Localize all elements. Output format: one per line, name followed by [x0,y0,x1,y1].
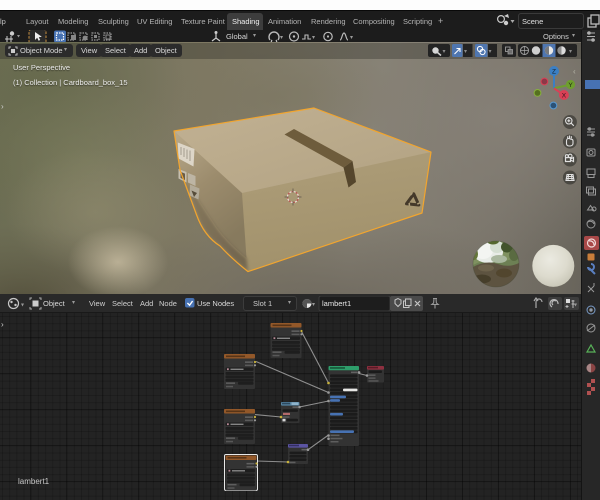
svg-text:Y: Y [568,82,573,89]
svg-text:X: X [562,93,567,100]
svg-text:Z: Z [552,69,556,76]
